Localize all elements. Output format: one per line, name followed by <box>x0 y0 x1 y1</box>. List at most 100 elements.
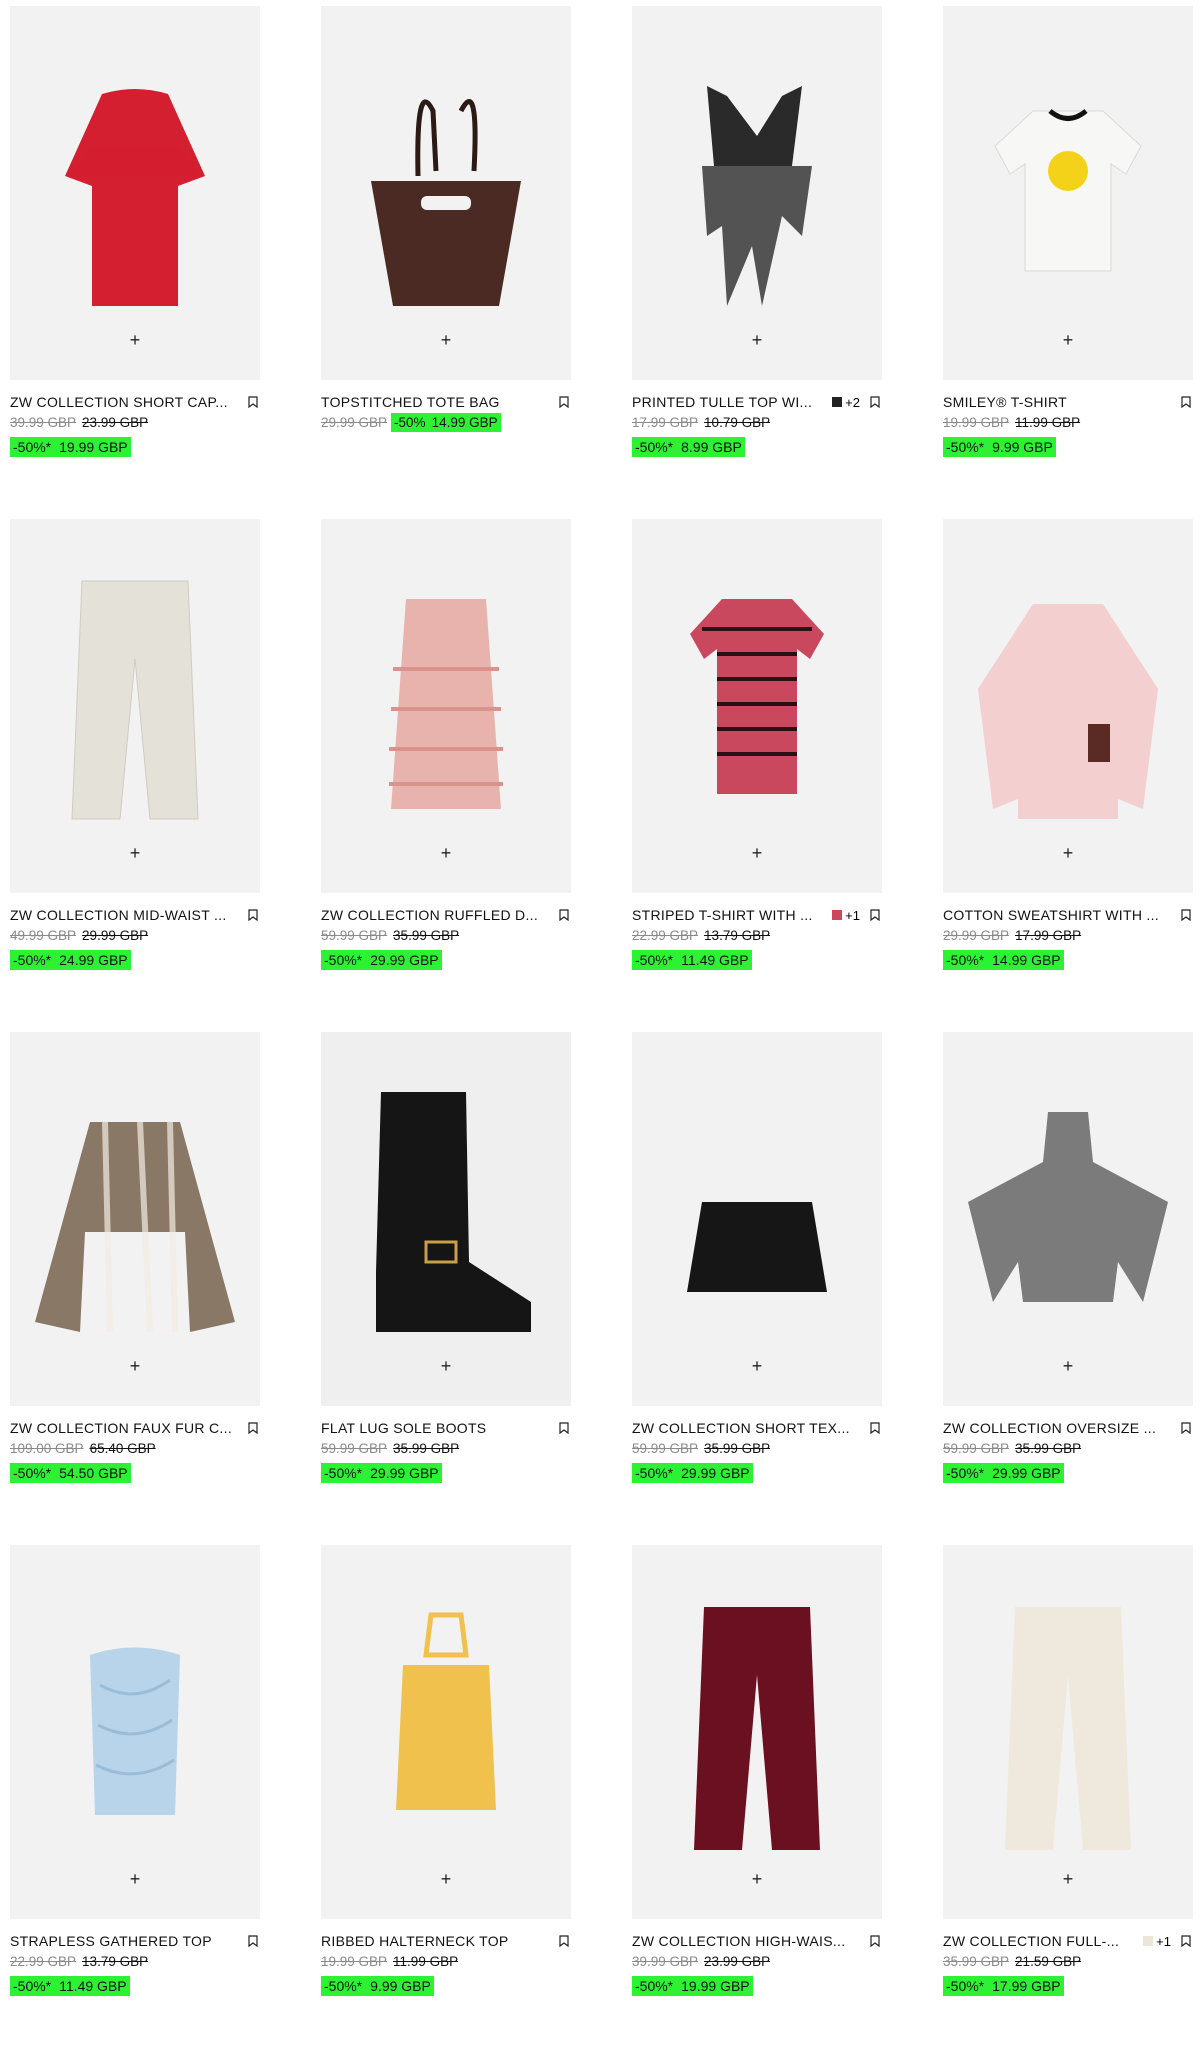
product-name[interactable]: ZW COLLECTION RUFFLED D... <box>321 907 549 923</box>
original-price: 22.99 GBP <box>10 1954 77 1969</box>
bookmark-icon[interactable] <box>557 1933 571 1949</box>
color-swatch[interactable] <box>1143 1936 1154 1946</box>
product-name[interactable]: ZW COLLECTION SHORT TEX... <box>632 1420 860 1436</box>
sale-price: 8.99 GBP <box>681 439 742 455</box>
product-image[interactable]: + <box>321 1545 571 1919</box>
previous-price: 21.59 GBP <box>1015 1954 1082 1969</box>
sale-price: 14.99 GBP <box>992 952 1061 968</box>
sale-price: 54.50 GBP <box>59 1465 128 1481</box>
bookmark-icon[interactable] <box>246 907 260 923</box>
product-info: STRIPED T-SHIRT WITH ... +1 22.99 GBP 13.79… <box>632 893 882 973</box>
original-price: 19.99 GBP <box>321 1954 388 1969</box>
product-info: SMILEY® T-SHIRT 19.99 GBP 11.99 GBP -50%* 9.… <box>943 380 1193 460</box>
product-name[interactable]: ZW COLLECTION MID-WAIST ... <box>10 907 238 923</box>
plus-icon[interactable]: + <box>121 1352 149 1380</box>
product-image[interactable]: + <box>943 519 1193 893</box>
plus-icon[interactable]: + <box>432 839 460 867</box>
plus-icon[interactable]: + <box>1054 839 1082 867</box>
product-image[interactable]: + <box>321 519 571 893</box>
sale-badge: -50%* 19.99 GBP <box>632 1976 753 1996</box>
product-name[interactable]: STRIPED T-SHIRT WITH ... <box>632 907 826 923</box>
product-card[interactable]: + ZW COLLECTION RUFFLED D... 59.99 GBP 35.9… <box>321 519 571 1032</box>
product-image[interactable]: + <box>321 1032 571 1406</box>
product-card[interactable]: + SMILEY® T-SHIRT 19.99 GBP 11.99 GBP -50%* 9… <box>943 6 1193 519</box>
product-card[interactable]: + STRIPED T-SHIRT WITH ... +1 22.99 GBP 13.7… <box>632 519 882 1032</box>
product-image[interactable]: + <box>10 6 260 380</box>
bookmark-icon[interactable] <box>868 1420 882 1436</box>
product-card[interactable]: + RIBBED HALTERNECK TOP 19.99 GBP 11.99 GBP… <box>321 1545 571 2058</box>
plus-icon[interactable]: + <box>1054 326 1082 354</box>
product-name[interactable]: ZW COLLECTION OVERSIZE ... <box>943 1420 1171 1436</box>
bookmark-icon[interactable] <box>1179 1933 1193 1949</box>
product-card[interactable]: + PRINTED TULLE TOP WI... +2 17.99 GBP 10.79… <box>632 6 882 519</box>
product-image[interactable]: + <box>10 519 260 893</box>
plus-icon[interactable]: + <box>743 1865 771 1893</box>
color-swatch[interactable] <box>832 397 843 407</box>
product-image[interactable]: + <box>321 6 571 380</box>
plus-icon[interactable]: + <box>121 326 149 354</box>
product-image[interactable]: + <box>943 1545 1193 1919</box>
product-photo <box>687 1202 827 1292</box>
plus-icon[interactable]: + <box>743 839 771 867</box>
plus-icon[interactable]: + <box>432 1865 460 1893</box>
product-photo <box>396 1612 496 1810</box>
plus-icon[interactable]: + <box>432 1352 460 1380</box>
product-image[interactable]: + <box>10 1032 260 1406</box>
color-swatch[interactable] <box>832 910 843 920</box>
bookmark-icon[interactable] <box>557 907 571 923</box>
bookmark-icon[interactable] <box>557 1420 571 1436</box>
bookmark-icon[interactable] <box>246 1420 260 1436</box>
product-image[interactable]: + <box>10 1545 260 1919</box>
product-name[interactable]: COTTON SWEATSHIRT WITH ... <box>943 907 1171 923</box>
more-colors-count: +1 <box>1156 1933 1171 1949</box>
product-image[interactable]: + <box>943 1032 1193 1406</box>
plus-icon[interactable]: + <box>1054 1352 1082 1380</box>
bookmark-icon[interactable] <box>868 394 882 410</box>
product-card[interactable]: + STRAPLESS GATHERED TOP 22.99 GBP 13.79 GB… <box>10 1545 260 2058</box>
product-card[interactable]: + ZW COLLECTION FAUX FUR C... 109.00 GBP 65… <box>10 1032 260 1545</box>
bookmark-icon[interactable] <box>1179 394 1193 410</box>
plus-icon[interactable]: + <box>121 1865 149 1893</box>
plus-icon[interactable]: + <box>743 1352 771 1380</box>
product-image[interactable]: + <box>632 6 882 380</box>
previous-price: 23.99 GBP <box>82 415 149 430</box>
product-name[interactable]: ZW COLLECTION HIGH-WAIS... <box>632 1933 860 1949</box>
plus-icon[interactable]: + <box>121 839 149 867</box>
plus-icon[interactable]: + <box>432 326 460 354</box>
bookmark-icon[interactable] <box>246 394 260 410</box>
product-name[interactable]: FLAT LUG SOLE BOOTS <box>321 1420 549 1436</box>
product-name[interactable]: RIBBED HALTERNECK TOP <box>321 1933 549 1949</box>
product-name[interactable]: ZW COLLECTION FAUX FUR C... <box>10 1420 238 1436</box>
product-name[interactable]: ZW COLLECTION SHORT CAP... <box>10 394 238 410</box>
product-card[interactable]: + ZW COLLECTION OVERSIZE ... 59.99 GBP 35.9… <box>943 1032 1193 1545</box>
bookmark-icon[interactable] <box>1179 1420 1193 1436</box>
product-card[interactable]: + COTTON SWEATSHIRT WITH ... 29.99 GBP 17.9… <box>943 519 1193 1032</box>
product-card[interactable]: + ZW COLLECTION MID-WAIST ... 49.99 GBP 29.… <box>10 519 260 1032</box>
bookmark-icon[interactable] <box>1179 907 1193 923</box>
bookmark-icon[interactable] <box>246 1933 260 1949</box>
product-card[interactable]: + TOPSTITCHED TOTE BAG 29.99 GBP -50% 14.99 … <box>321 6 571 519</box>
product-name[interactable]: ZW COLLECTION FULL-... <box>943 1933 1137 1949</box>
product-card[interactable]: + ZW COLLECTION HIGH-WAIS... 39.99 GBP 23.9… <box>632 1545 882 2058</box>
bookmark-icon[interactable] <box>868 907 882 923</box>
sale-badge: -50%* 8.99 GBP <box>632 437 745 457</box>
product-name[interactable]: TOPSTITCHED TOTE BAG <box>321 394 549 410</box>
product-info: ZW COLLECTION RUFFLED D... 59.99 GBP 35.99… <box>321 893 571 973</box>
bookmark-icon[interactable] <box>557 394 571 410</box>
product-card[interactable]: + ZW COLLECTION FULL-... +1 35.99 GBP 21.59 … <box>943 1545 1193 2058</box>
plus-icon[interactable]: + <box>1054 1865 1082 1893</box>
product-card[interactable]: + FLAT LUG SOLE BOOTS 59.99 GBP 35.99 GBP -5… <box>321 1032 571 1545</box>
plus-icon[interactable]: + <box>743 326 771 354</box>
previous-price: 35.99 GBP <box>1015 1441 1082 1456</box>
product-name[interactable]: PRINTED TULLE TOP WI... <box>632 394 826 410</box>
product-name[interactable]: SMILEY® T-SHIRT <box>943 394 1171 410</box>
bookmark-icon[interactable] <box>868 1933 882 1949</box>
product-name[interactable]: STRAPLESS GATHERED TOP <box>10 1933 238 1949</box>
product-image[interactable]: + <box>632 1545 882 1919</box>
product-image[interactable]: + <box>632 1032 882 1406</box>
product-card[interactable]: + ZW COLLECTION SHORT TEX... 59.99 GBP 35.9… <box>632 1032 882 1545</box>
product-image[interactable]: + <box>943 6 1193 380</box>
product-photo <box>389 599 503 809</box>
product-card[interactable]: + ZW COLLECTION SHORT CAP... 39.99 GBP 23.9… <box>10 6 260 519</box>
product-image[interactable]: + <box>632 519 882 893</box>
